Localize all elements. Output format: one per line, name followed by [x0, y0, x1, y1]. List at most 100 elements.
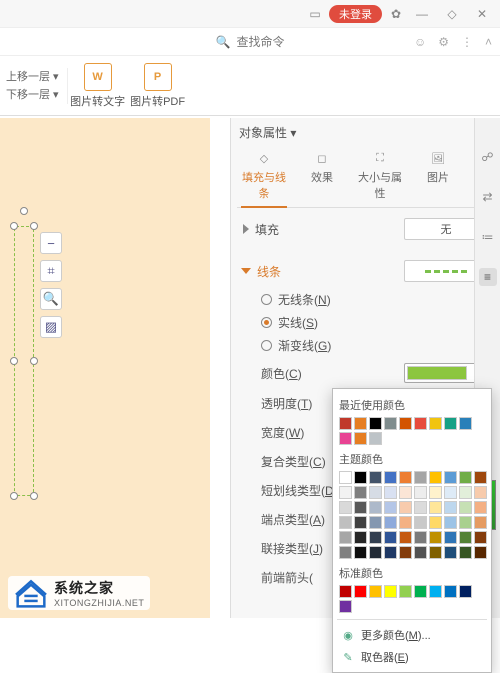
expand-icon[interactable] [243, 224, 249, 234]
color-swatch[interactable] [429, 585, 442, 598]
color-swatch[interactable] [354, 471, 367, 484]
color-swatch[interactable] [354, 417, 367, 430]
color-swatch[interactable] [339, 516, 352, 529]
color-swatch[interactable] [444, 585, 457, 598]
color-swatch[interactable] [459, 531, 472, 544]
color-swatch[interactable] [399, 501, 412, 514]
color-swatch[interactable] [369, 501, 382, 514]
window-close[interactable]: ✕ [470, 7, 494, 21]
color-swatch[interactable] [444, 516, 457, 529]
color-swatch[interactable] [339, 486, 352, 499]
radio-no-line[interactable]: 无线条(N) [243, 288, 488, 311]
color-swatch[interactable] [399, 486, 412, 499]
color-swatch[interactable] [369, 471, 382, 484]
color-swatch[interactable] [384, 486, 397, 499]
color-swatch[interactable] [459, 501, 472, 514]
rotate-handle[interactable] [20, 207, 28, 215]
color-swatch[interactable] [429, 486, 442, 499]
color-swatch[interactable] [384, 546, 397, 559]
color-swatch[interactable] [474, 501, 487, 514]
color-swatch[interactable] [399, 516, 412, 529]
color-swatch[interactable] [414, 501, 427, 514]
sidestrip-share-icon[interactable]: ⇄ [479, 188, 497, 206]
screen-icon[interactable]: ▭ [307, 6, 323, 22]
color-swatch[interactable] [384, 417, 397, 430]
color-swatch[interactable] [354, 585, 367, 598]
resize-handle[interactable] [10, 492, 18, 500]
smiley-icon[interactable]: ☺ [414, 35, 426, 49]
resize-handle[interactable] [30, 492, 38, 500]
color-swatch[interactable] [414, 531, 427, 544]
color-swatch[interactable] [414, 471, 427, 484]
color-swatch[interactable] [474, 546, 487, 559]
color-swatch[interactable] [369, 546, 382, 559]
color-swatch[interactable] [459, 516, 472, 529]
color-swatch[interactable] [369, 531, 382, 544]
more-menu-icon[interactable]: ⋮ [461, 35, 473, 49]
color-swatch[interactable] [399, 546, 412, 559]
zoom-out-button[interactable]: − [40, 232, 62, 254]
color-swatch[interactable] [369, 486, 382, 499]
color-swatch[interactable] [429, 516, 442, 529]
color-swatch[interactable] [339, 585, 352, 598]
color-swatch[interactable] [414, 417, 427, 430]
color-swatch[interactable] [474, 516, 487, 529]
resize-handle[interactable] [30, 357, 38, 365]
sidestrip-sliders-icon[interactable]: ≡ [479, 268, 497, 286]
color-swatch[interactable] [414, 516, 427, 529]
resize-handle[interactable] [30, 222, 38, 230]
zoom-button[interactable]: 🔍 [40, 288, 62, 310]
resize-handle[interactable] [10, 222, 18, 230]
color-swatch[interactable] [444, 501, 457, 514]
resize-handle[interactable] [10, 357, 18, 365]
tab-size-prop[interactable]: ⛶大小与属性 [353, 147, 407, 207]
color-swatch[interactable] [474, 486, 487, 499]
color-swatch[interactable] [444, 471, 457, 484]
tab-image[interactable]: 🖼图片 [411, 147, 465, 207]
color-swatch[interactable] [444, 486, 457, 499]
login-pill[interactable]: 未登录 [329, 5, 382, 23]
color-swatch[interactable] [339, 432, 352, 445]
color-swatch[interactable] [384, 501, 397, 514]
color-swatch[interactable] [444, 417, 457, 430]
color-swatch[interactable] [429, 531, 442, 544]
color-swatch[interactable] [354, 432, 367, 445]
sidestrip-link-icon[interactable]: ☍ [479, 148, 497, 166]
color-swatch[interactable] [369, 585, 382, 598]
color-swatch[interactable] [354, 501, 367, 514]
color-swatch[interactable] [354, 546, 367, 559]
color-swatch[interactable] [444, 546, 457, 559]
color-swatch[interactable] [384, 585, 397, 598]
color-swatch[interactable] [429, 501, 442, 514]
color-swatch[interactable] [384, 471, 397, 484]
color-swatch[interactable] [474, 471, 487, 484]
color-swatch[interactable] [339, 471, 352, 484]
hatch-button[interactable]: ▨ [40, 316, 62, 338]
color-swatch[interactable] [339, 501, 352, 514]
sidestrip-align-icon[interactable]: ≔ [479, 228, 497, 246]
color-swatch[interactable] [369, 432, 382, 445]
color-swatch[interactable] [339, 531, 352, 544]
color-swatch[interactable] [474, 531, 487, 544]
color-swatch[interactable] [384, 516, 397, 529]
window-restore[interactable]: ◇ [440, 7, 464, 21]
color-swatch[interactable] [399, 531, 412, 544]
canvas[interactable]: − ⌗ 🔍 ▨ [0, 118, 230, 618]
color-swatch[interactable] [354, 531, 367, 544]
tab-fill-line[interactable]: ◇填充与线条 [237, 147, 291, 207]
color-swatch[interactable] [429, 471, 442, 484]
tab-effect[interactable]: ◻效果 [295, 147, 349, 207]
img-to-text-button[interactable]: W 图片转文字 [68, 61, 128, 111]
color-swatch[interactable] [369, 516, 382, 529]
img-to-pdf-button[interactable]: P 图片转PDF [128, 61, 188, 111]
command-search-bar[interactable]: 🔍 查找命令 ☺ ⚙ ⋮ ˄ [0, 28, 500, 56]
send-backward[interactable]: 下移一层 ▾ [6, 86, 59, 104]
skin-icon[interactable]: ✿ [388, 6, 404, 22]
gear-icon[interactable]: ⚙ [438, 35, 449, 49]
color-swatch[interactable] [384, 531, 397, 544]
color-swatch[interactable] [429, 546, 442, 559]
color-swatch[interactable] [429, 417, 442, 430]
chevron-up-icon[interactable]: ˄ [485, 35, 492, 49]
window-minimize[interactable]: — [410, 7, 434, 21]
color-swatch[interactable] [369, 417, 382, 430]
